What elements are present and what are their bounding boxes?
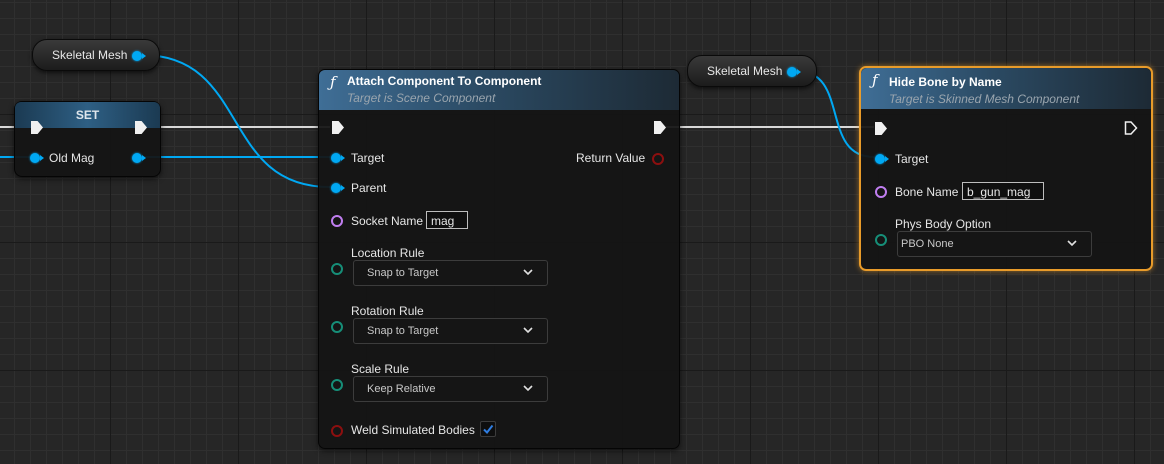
weld-simulated-label: Weld Simulated Bodies <box>351 423 475 437</box>
socket-name-label: Socket Name <box>351 214 424 228</box>
function-icon: ƒ <box>330 73 336 91</box>
socket-name-input[interactable]: mag <box>426 211 468 229</box>
return-value-label: Return Value <box>576 151 646 165</box>
scale-rule-pin[interactable] <box>331 379 343 391</box>
object-wire-mesh-to-parent <box>141 54 331 188</box>
weld-simulated-pin[interactable] <box>331 425 343 437</box>
target-pin[interactable] <box>875 154 889 164</box>
phys-body-value: PBO None <box>901 238 954 250</box>
chevron-down-icon <box>523 327 533 334</box>
variable-label: Skeletal Mesh <box>52 48 128 62</box>
location-rule-dropdown[interactable]: Snap to Target <box>353 260 548 286</box>
hide-bone-node[interactable]: ƒ Hide Bone by Name Target is Skinned Me… <box>859 66 1153 271</box>
output-pin[interactable] <box>132 153 146 163</box>
rotation-rule-value: Snap to Target <box>367 325 439 337</box>
chevron-down-icon <box>523 269 533 276</box>
skeletal-mesh-node-2[interactable]: Skeletal Mesh <box>687 55 817 87</box>
exec-in-pin[interactable] <box>332 121 344 134</box>
function-icon: ƒ <box>872 71 878 89</box>
output-pin[interactable] <box>787 67 801 77</box>
variable-label: Skeletal Mesh <box>707 64 783 78</box>
hide-node-subtitle: Target is Skinned Mesh Component <box>889 92 1080 106</box>
phys-body-pin[interactable] <box>875 234 887 246</box>
bone-name-input[interactable]: b_gun_mag <box>962 182 1044 200</box>
location-rule-pin[interactable] <box>331 263 343 275</box>
phys-body-dropdown[interactable]: PBO None <box>897 231 1092 257</box>
chevron-down-icon <box>1067 240 1077 247</box>
location-rule-label: Location Rule <box>351 246 425 260</box>
target-label: Target <box>895 152 929 166</box>
rotation-rule-pin[interactable] <box>331 321 343 333</box>
attach-node-title: Attach Component To Component <box>347 74 542 88</box>
parent-pin[interactable] <box>331 183 345 193</box>
output-pin[interactable] <box>132 51 146 61</box>
skeletal-mesh-node-1[interactable]: Skeletal Mesh <box>32 39 160 71</box>
scale-rule-label: Scale Rule <box>351 362 410 376</box>
location-rule-value: Snap to Target <box>367 267 439 279</box>
set-pin-label: Old Mag <box>49 151 95 165</box>
scale-rule-dropdown[interactable]: Keep Relative <box>353 376 548 402</box>
scale-rule-value: Keep Relative <box>367 383 436 395</box>
attach-node-header: ƒ Attach Component To Component Target i… <box>319 70 679 110</box>
phys-body-label: Phys Body Option <box>895 217 992 231</box>
hide-node-header: ƒ Hide Bone by Name Target is Skinned Me… <box>861 68 1151 109</box>
bone-name-pin[interactable] <box>875 186 887 198</box>
socket-name-pin[interactable] <box>331 215 343 227</box>
return-value-pin[interactable] <box>652 153 664 165</box>
exec-in-pin[interactable] <box>875 122 887 135</box>
hide-node-title: Hide Bone by Name <box>889 75 1002 89</box>
set-node[interactable]: SET Old Mag <box>14 101 161 177</box>
rotation-rule-dropdown[interactable]: Snap to Target <box>353 318 548 344</box>
exec-out-pin[interactable] <box>1124 121 1138 135</box>
weld-simulated-checkbox[interactable] <box>480 421 496 437</box>
chevron-down-icon <box>523 385 533 392</box>
target-label: Target <box>351 151 385 165</box>
attach-component-node[interactable]: ƒ Attach Component To Component Target i… <box>318 69 680 449</box>
rotation-rule-label: Rotation Rule <box>351 304 424 318</box>
input-pin[interactable] <box>30 153 44 163</box>
attach-node-subtitle: Target is Scene Component <box>347 91 496 105</box>
target-pin[interactable] <box>331 153 345 163</box>
exec-out-pin[interactable] <box>654 121 666 134</box>
bone-name-label: Bone Name <box>895 185 959 199</box>
checkmark-icon <box>483 424 494 435</box>
parent-label: Parent <box>351 181 387 195</box>
